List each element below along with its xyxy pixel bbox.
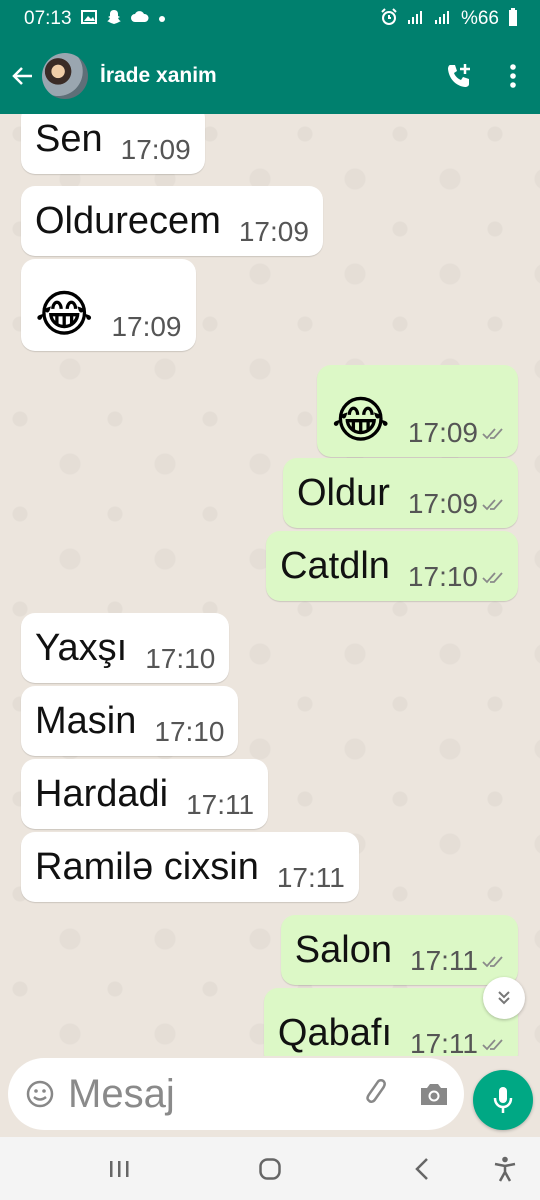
message-meta: 17:10 (154, 718, 224, 756)
message-emoji: 😂 (331, 392, 390, 448)
message-meta: 17:10 (145, 645, 215, 683)
cloud-icon (130, 11, 149, 27)
incoming-message[interactable]: Sen 17:09 (21, 114, 205, 174)
camera-button[interactable] (416, 1076, 452, 1112)
signal-2-icon (434, 10, 452, 28)
battery-icon (508, 8, 518, 30)
signal-1-icon (407, 10, 425, 28)
add-call-button[interactable] (432, 48, 486, 104)
status-time: 07:13 (24, 8, 72, 29)
message-time: 17:10 (145, 643, 216, 674)
outgoing-message[interactable]: Qabafı 17:11 (263, 988, 518, 1056)
message-meta: 17:09 (121, 136, 191, 174)
message-meta: 17:10 (408, 563, 504, 601)
message-time: 17:09 (407, 417, 478, 448)
home-icon (259, 1158, 281, 1180)
gallery-icon (80, 10, 97, 28)
recents-icon (110, 1161, 129, 1177)
double-check-icon (482, 426, 504, 440)
camera-icon (421, 1084, 447, 1105)
message-meta: 17:11 (277, 864, 345, 902)
back-button[interactable] (2, 54, 44, 98)
battery-percent: %66 (460, 8, 499, 29)
outgoing-message[interactable]: Salon 17:11 (280, 915, 518, 985)
message-meta: 17:11 (186, 791, 254, 829)
message-time: 17:09 (407, 488, 478, 519)
emoji-icon (26, 1080, 54, 1108)
double-check-icon (482, 954, 504, 968)
message-text: Ramilə cixsin (35, 846, 259, 888)
message-time: 17:10 (407, 561, 478, 592)
accessibility-button[interactable] (485, 1150, 525, 1188)
back-nav-button[interactable] (402, 1150, 442, 1188)
message-time: 17:10 (154, 716, 225, 747)
message-time: 17:09 (111, 311, 182, 342)
status-bar: 07:13 %66 (0, 0, 540, 38)
emoji-button[interactable] (22, 1076, 58, 1112)
incoming-message[interactable]: Masin 17:10 (21, 686, 239, 756)
home-button[interactable] (250, 1150, 290, 1188)
back-chevron-icon (415, 1158, 428, 1180)
message-meta: 17:09 (111, 313, 181, 351)
outgoing-message[interactable]: Catdln 17:10 (266, 531, 518, 601)
message-meta: 17:11 (410, 947, 504, 985)
system-nav-bar (0, 1137, 540, 1200)
incoming-message[interactable]: Oldurecem 17:09 (21, 186, 323, 256)
message-composer (8, 1058, 464, 1130)
incoming-message[interactable]: 😂 17:09 (21, 259, 196, 351)
message-time: 17:11 (186, 789, 255, 820)
incoming-message[interactable]: Yaxşı 17:10 (21, 613, 230, 683)
attach-button[interactable] (360, 1076, 396, 1112)
voice-message-button[interactable] (473, 1070, 533, 1130)
message-time: 17:09 (120, 134, 191, 165)
more-options-button[interactable] (486, 48, 540, 104)
chat-header: İrade xanim (0, 38, 540, 114)
message-time: 17:09 (238, 216, 309, 247)
snapchat-icon (106, 9, 122, 29)
message-input[interactable] (68, 1071, 360, 1117)
microphone-icon (493, 1087, 513, 1113)
phone-plus-icon (448, 64, 470, 87)
paperclip-icon (366, 1079, 386, 1103)
message-text: Hardadi (35, 773, 169, 815)
status-left: 07:13 (24, 8, 166, 30)
status-right: %66 (380, 8, 518, 30)
message-meta: 17:09 (408, 490, 504, 528)
message-text: Salon (294, 929, 392, 971)
incoming-message[interactable]: Ramilə cixsin 17:11 (21, 832, 359, 902)
message-meta: 17:09 (239, 218, 309, 256)
contact-avatar[interactable] (42, 53, 88, 99)
message-text: Oldur (297, 472, 390, 514)
message-text: Catdln (280, 545, 390, 587)
incoming-message[interactable]: Hardadi 17:11 (21, 759, 269, 829)
message-text: Sen (35, 118, 103, 160)
double-check-icon (482, 497, 504, 511)
more-vert-icon (510, 64, 516, 88)
outgoing-message[interactable]: 😂 17:09 (317, 365, 518, 457)
scroll-to-bottom-button[interactable] (483, 977, 525, 1019)
message-text: Masin (35, 700, 137, 742)
message-time: 17:11 (276, 862, 345, 893)
chat-area[interactable]: Sen 17:09 Oldurecem 17:09 😂 17:09 😂 17:09 Oldur 1… (0, 114, 540, 1056)
double-check-icon (482, 570, 504, 584)
message-emoji: 😂 (35, 286, 94, 342)
message-time: 17:11 (410, 945, 478, 976)
message-meta: 17:09 (408, 419, 504, 457)
contact-name[interactable]: İrade xanim (100, 64, 432, 88)
message-text: Oldurecem (35, 200, 221, 242)
message-time: 17:11 (410, 1028, 478, 1057)
accessibility-icon (494, 1156, 516, 1182)
message-text: Yaxşı (35, 627, 128, 669)
message-text: Qabafı (277, 1012, 392, 1054)
message-meta: 17:11 (410, 1030, 504, 1056)
double-chevron-down-icon (498, 991, 510, 1005)
recent-apps-button[interactable] (99, 1150, 139, 1188)
notification-dot-icon (158, 11, 166, 27)
arrow-left-icon (12, 67, 32, 85)
outgoing-message[interactable]: Oldur 17:09 (283, 458, 518, 528)
double-check-icon (482, 1037, 504, 1051)
alarm-icon (380, 8, 398, 30)
